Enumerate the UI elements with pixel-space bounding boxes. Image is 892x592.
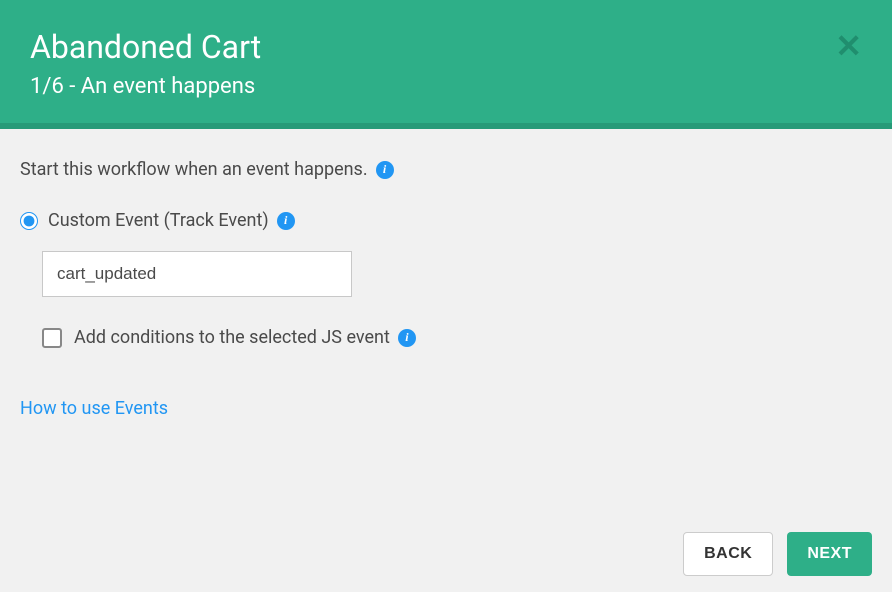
back-button[interactable]: BACK xyxy=(683,532,773,576)
info-icon[interactable]: i xyxy=(376,161,394,179)
dialog-content: Start this workflow when an event happen… xyxy=(0,129,892,439)
intro-text-row: Start this workflow when an event happen… xyxy=(20,159,872,180)
custom-event-radio[interactable] xyxy=(20,212,38,230)
add-conditions-checkbox[interactable] xyxy=(42,328,62,348)
custom-event-label-wrap: Custom Event (Track Event) i xyxy=(48,210,295,231)
add-conditions-row: Add conditions to the selected JS event … xyxy=(42,327,872,348)
info-icon[interactable]: i xyxy=(277,212,295,230)
dialog-footer: BACK NEXT xyxy=(683,532,872,576)
help-link[interactable]: How to use Events xyxy=(20,398,168,419)
custom-event-label: Custom Event (Track Event) xyxy=(48,210,269,231)
add-conditions-label: Add conditions to the selected JS event xyxy=(74,327,390,348)
intro-text: Start this workflow when an event happen… xyxy=(20,159,368,180)
add-conditions-label-wrap: Add conditions to the selected JS event … xyxy=(74,327,416,348)
step-indicator: 1/6 - An event happens xyxy=(30,74,862,99)
dialog-header: Abandoned Cart 1/6 - An event happens ✕ xyxy=(0,0,892,129)
info-icon[interactable]: i xyxy=(398,329,416,347)
dialog-title: Abandoned Cart xyxy=(30,28,862,66)
custom-event-radio-row: Custom Event (Track Event) i xyxy=(20,210,872,231)
close-icon[interactable]: ✕ xyxy=(835,30,862,62)
next-button[interactable]: NEXT xyxy=(787,532,872,576)
event-name-input[interactable] xyxy=(42,251,352,297)
